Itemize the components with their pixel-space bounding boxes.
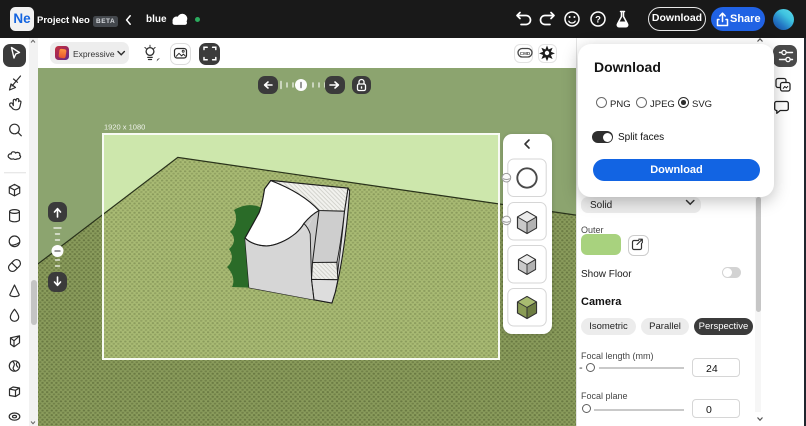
svg-text:1920 x 1080: 1920 x 1080 — [104, 123, 145, 132]
svg-text:?: ? — [595, 15, 601, 26]
svg-text:CMD: CMD — [520, 51, 531, 56]
